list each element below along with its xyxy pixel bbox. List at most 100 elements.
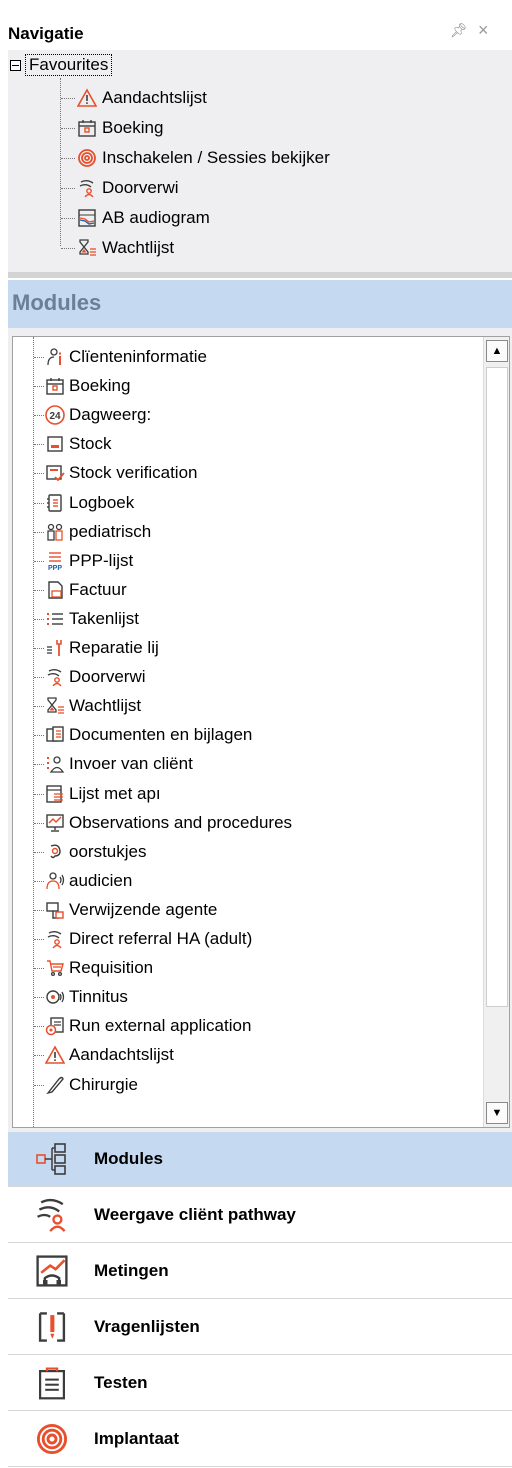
- nav-button-modules[interactable]: Modules: [8, 1132, 512, 1187]
- modules-icon: [32, 1139, 72, 1179]
- module-item[interactable]: Chirurgie: [43, 1071, 138, 1099]
- module-item-label: Tinnitus: [69, 987, 128, 1007]
- module-item[interactable]: Tinnitus: [43, 983, 128, 1011]
- nav-button-tests[interactable]: Testen: [8, 1356, 512, 1411]
- module-item[interactable]: Invoer van cliënt: [43, 750, 193, 778]
- nav-button-measurements[interactable]: Metingen: [8, 1244, 512, 1299]
- module-item-label: Logboek: [69, 492, 135, 512]
- module-item-label: Reparatie lij: [69, 638, 159, 657]
- tinnitus-icon: [43, 985, 67, 1009]
- nav-button-label: Modules: [94, 1149, 163, 1168]
- measurements-icon: [32, 1251, 72, 1291]
- earmold-icon: [43, 840, 67, 864]
- module-item-label: Stock verification: [69, 463, 198, 483]
- module-item[interactable]: Wachtlijst: [43, 692, 141, 720]
- nav-button-label: Implantaat: [94, 1429, 180, 1448]
- ppp-list-icon: PPP: [43, 549, 67, 573]
- close-icon[interactable]: ×: [478, 20, 489, 41]
- modules-header-title: Modules: [12, 290, 102, 315]
- module-item[interactable]: Logboek: [43, 489, 134, 517]
- modules-header: Modules: [8, 280, 512, 328]
- referring-agent-icon: [43, 898, 67, 922]
- panel-splitter[interactable]: [8, 272, 512, 278]
- module-item-label: Factuur: [69, 579, 127, 599]
- module-item[interactable]: Boeking: [43, 372, 130, 400]
- svg-text:PPP: PPP: [48, 565, 62, 572]
- vertical-scrollbar[interactable]: ▲ ▼: [483, 337, 509, 1127]
- module-item[interactable]: Clïenteninformatie: [43, 343, 207, 371]
- module-item[interactable]: audicien: [43, 867, 132, 895]
- module-item[interactable]: Takenlijst: [43, 605, 139, 633]
- favourite-item[interactable]: Doorverwi: [76, 175, 179, 201]
- module-item-label: Run external application: [69, 1016, 252, 1036]
- favourite-item[interactable]: AB audiogram: [76, 205, 210, 231]
- surgery-icon: [43, 1073, 67, 1097]
- nav-button-questionnaire[interactable]: Vragenlijsten: [8, 1300, 512, 1355]
- favourites-root-label: Favourites: [25, 54, 113, 76]
- favourite-item[interactable]: Wachtlijst: [76, 235, 174, 261]
- nav-button-implant[interactable]: Implantaat: [8, 1412, 512, 1467]
- module-item-label: Verwijzende agente: [69, 899, 218, 919]
- nav-button-label: Weergave cliënt pathway: [94, 1205, 296, 1224]
- tests-icon: [32, 1363, 72, 1403]
- module-item[interactable]: Factuur: [43, 576, 127, 604]
- questionnaire-icon: [32, 1307, 72, 1347]
- scroll-up-icon[interactable]: ▲: [486, 340, 508, 362]
- module-item[interactable]: Direct referral HA (adult): [43, 925, 252, 953]
- module-item[interactable]: Aandachtslijst: [43, 1041, 174, 1069]
- module-item-label: Wachtlijst: [69, 696, 142, 716]
- module-item[interactable]: Documenten en bijlagen: [43, 721, 252, 749]
- appointment-list-icon: [43, 782, 67, 806]
- pin-icon[interactable]: 📌︎: [450, 22, 468, 39]
- module-item[interactable]: PPP PPP-lijst: [43, 547, 133, 575]
- module-item-label: Observations and procedures: [69, 812, 293, 832]
- scroll-down-icon[interactable]: ▼: [486, 1102, 508, 1124]
- module-item[interactable]: Verwijzende agente: [43, 896, 217, 924]
- module-item[interactable]: oorstukjes: [43, 838, 146, 866]
- svg-text:24: 24: [49, 411, 61, 422]
- nav-button-pathway[interactable]: Weergave cliënt pathway: [8, 1188, 512, 1243]
- external-app-icon: [43, 1014, 67, 1038]
- module-item-label: Takenlijst: [69, 608, 139, 628]
- warning-icon: [76, 87, 98, 109]
- modules-list: Clïenteninformatie Boeking 24 Dagweerg: Stoc…: [12, 336, 510, 1128]
- direct-referral-icon: [43, 927, 67, 951]
- favourite-item-label: Doorverwi: [102, 178, 179, 197]
- module-item-label: Lijst met apı: [69, 783, 161, 803]
- favourite-item-label: Aandachtslijst: [102, 88, 207, 107]
- warning-icon: [43, 1043, 67, 1067]
- documents-icon: [43, 723, 67, 747]
- pathway-icon: [32, 1195, 72, 1235]
- module-item-label: Boeking: [69, 376, 131, 396]
- favourite-item[interactable]: Boeking: [76, 115, 163, 141]
- referral-icon: [43, 665, 67, 689]
- module-item-label: oorstukjes: [69, 841, 147, 861]
- favourite-item-label: Boeking: [102, 118, 164, 137]
- module-item-label: Stock: [69, 434, 112, 454]
- module-item[interactable]: Lijst met apı: [43, 780, 161, 808]
- module-item-label: Doorverwi: [69, 667, 146, 687]
- module-item-label: Aandachtslijst: [69, 1045, 174, 1065]
- stock-verify-icon: [43, 461, 67, 485]
- module-item[interactable]: Reparatie lij: [43, 634, 159, 662]
- favourite-item-label: AB audiogram: [102, 208, 210, 227]
- favourite-item[interactable]: Inschakelen / Sessies bekijker: [76, 145, 330, 171]
- favourites-root[interactable]: Favourites: [10, 52, 113, 78]
- scrollbar-thumb[interactable]: [486, 367, 508, 1007]
- module-item[interactable]: Run external application: [43, 1012, 251, 1040]
- module-item[interactable]: Stock verification: [43, 459, 198, 487]
- module-item[interactable]: Observations and procedures: [43, 809, 292, 837]
- module-item[interactable]: Stock: [43, 430, 112, 458]
- favourite-item-label: Wachtlijst: [102, 238, 175, 257]
- module-item[interactable]: 24 Dagweerg:: [43, 401, 151, 429]
- module-item[interactable]: pediatrisch: [43, 518, 151, 546]
- audiologist-icon: [43, 869, 67, 893]
- calendar-icon: [76, 117, 98, 139]
- observations-icon: [43, 811, 67, 835]
- module-item[interactable]: Doorverwi: [43, 663, 146, 691]
- module-item-label: Chirurgie: [69, 1074, 138, 1094]
- module-item[interactable]: Requisition: [43, 954, 153, 982]
- referral-icon: [76, 177, 98, 199]
- collapse-toggle-icon[interactable]: [10, 59, 21, 71]
- favourite-item[interactable]: Aandachtslijst: [76, 85, 207, 111]
